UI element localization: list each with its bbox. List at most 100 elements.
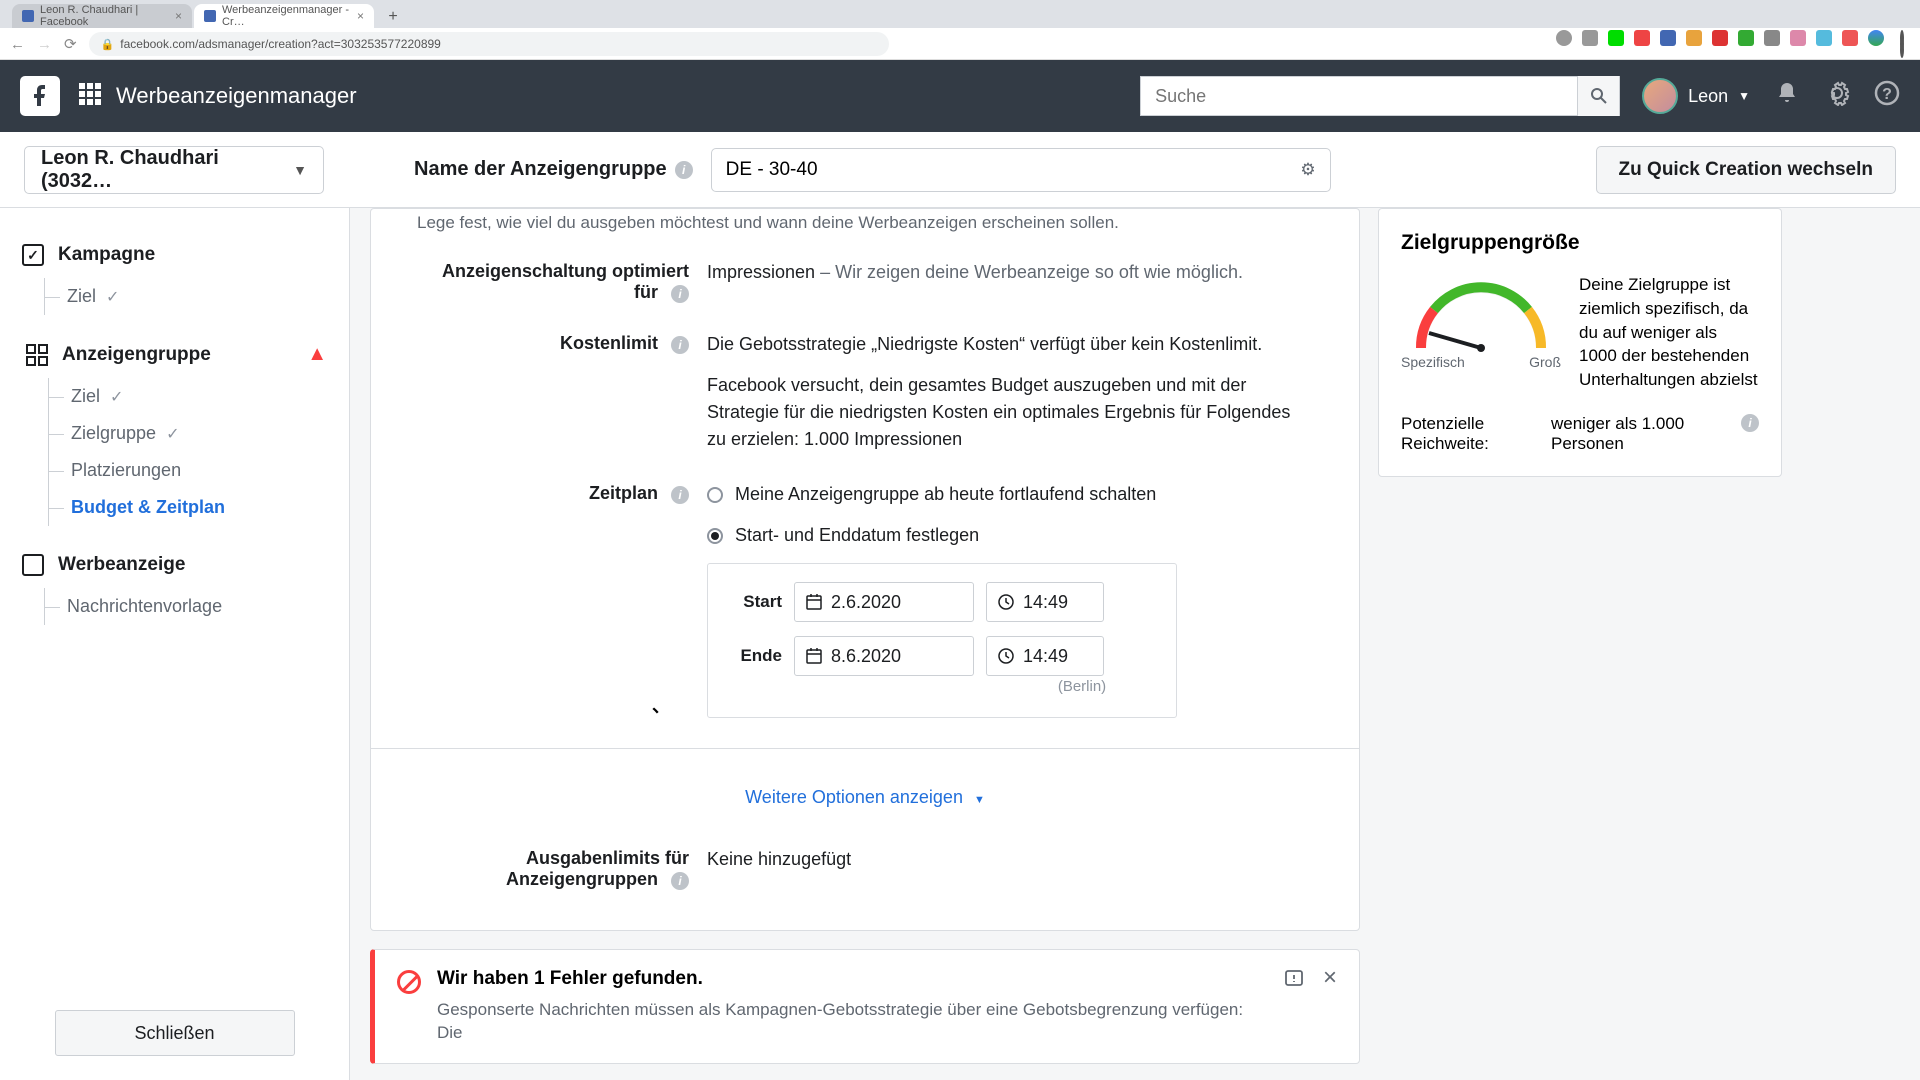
gear-icon[interactable] (1824, 80, 1850, 113)
radio-icon (707, 487, 723, 503)
ext-icon[interactable] (1556, 30, 1572, 46)
row-cost: Kostenlimit i Die Gebotsstrategie „Niedr… (417, 331, 1313, 453)
search-box[interactable] (1140, 76, 1620, 116)
end-time-input[interactable]: 14:49 (986, 636, 1104, 676)
sub-header: Leon R. Chaudhari (3032… ▼ Name der Anze… (0, 132, 1920, 208)
schedule-label: Zeitplan i (417, 481, 707, 718)
menu-icon[interactable] (1900, 36, 1904, 52)
spend-limit-label: Ausgabenlimits für Anzeigengruppen i (417, 846, 707, 890)
ext-icon[interactable] (1816, 30, 1832, 46)
info-icon[interactable]: i (1741, 414, 1759, 432)
schedule-option-continuous[interactable]: Meine Anzeigengruppe ab heute fortlaufen… (707, 481, 1313, 508)
close-button[interactable]: Schließen (55, 1010, 295, 1056)
report-icon[interactable] (1283, 968, 1305, 996)
user-menu[interactable]: Leon ▼ (1642, 78, 1750, 114)
more-options-label: Weitere Optionen anzeigen (745, 787, 963, 807)
adset-name-field[interactable]: ⚙ (711, 148, 1331, 192)
row-spend-limit: Ausgabenlimits für Anzeigengruppen i Kei… (417, 846, 1313, 890)
cost-label: Kostenlimit i (417, 331, 707, 453)
info-icon[interactable]: i (671, 486, 689, 504)
reload-icon[interactable]: ⟳ (64, 35, 77, 53)
check-icon: ✓ (110, 387, 123, 407)
start-row: Start 2.6.2020 14:49 (726, 582, 1158, 622)
ext-icon[interactable] (1712, 30, 1728, 46)
info-icon[interactable]: i (671, 872, 689, 890)
nav-adset: Anzeigengruppe ▲ Ziel ✓ Zielgruppe✓ Platz… (0, 343, 349, 526)
nav-item-label: Budget & Zeitplan (71, 497, 225, 518)
forward-icon[interactable]: → (37, 36, 52, 53)
schedule-value: Meine Anzeigengruppe ab heute fortlaufen… (707, 481, 1313, 718)
app-header: Werbeanzeigenmanager Leon ▼ ? (0, 60, 1920, 132)
search-button[interactable] (1577, 76, 1619, 116)
nav-label: Anzeigengruppe (62, 344, 211, 366)
apps-grid-icon[interactable] (78, 82, 102, 111)
close-icon[interactable]: × (175, 9, 182, 23)
ext-icon[interactable] (1764, 30, 1780, 46)
favicon-icon (22, 10, 34, 22)
nav-item-label: Ziel (71, 386, 100, 407)
nav-item-objective[interactable]: Ziel ✓ (49, 378, 327, 415)
browser-tab[interactable]: Leon R. Chaudhari | Facebook × (12, 4, 192, 28)
chevron-down-icon: ▼ (1738, 89, 1750, 103)
close-icon[interactable]: × (357, 9, 364, 23)
new-tab-button[interactable]: + (382, 6, 404, 28)
start-time-input[interactable]: 14:49 (986, 582, 1104, 622)
nav-head-campaign[interactable]: ✓ Kampagne (22, 244, 327, 266)
ext-icon[interactable] (1660, 30, 1676, 46)
quick-creation-button[interactable]: Zu Quick Creation wechseln (1596, 146, 1896, 194)
close-icon[interactable]: × (1323, 968, 1337, 996)
account-name: Leon R. Chaudhari (3032… (41, 147, 293, 193)
check-icon: ✓ (106, 287, 119, 307)
browser-tab[interactable]: Werbeanzeigenmanager - Cr… × (194, 4, 374, 28)
address-bar[interactable]: 🔒 facebook.com/adsmanager/creation?act=3… (89, 32, 889, 56)
info-icon[interactable]: i (671, 336, 689, 354)
ext-icon[interactable] (1686, 30, 1702, 46)
back-icon[interactable]: ← (10, 36, 25, 53)
ext-icon[interactable] (1790, 30, 1806, 46)
nav-item-placements[interactable]: Platzierungen (49, 452, 327, 489)
browser-chrome: Leon R. Chaudhari | Facebook × Werbeanze… (0, 0, 1920, 60)
adset-name-input[interactable] (726, 159, 1301, 181)
account-selector[interactable]: Leon R. Chaudhari (3032… ▼ (24, 146, 324, 194)
nav-head-adset[interactable]: Anzeigengruppe ▲ (26, 343, 327, 366)
nav-label: Werbeanzeige (58, 554, 185, 576)
ext-icon[interactable] (1842, 30, 1858, 46)
gear-icon[interactable]: ⚙ (1300, 160, 1315, 180)
error-title: Wir haben 1 Fehler gefunden. (437, 968, 1267, 990)
label-text: Kostenlimit (560, 333, 658, 353)
nav-item-objective[interactable]: Ziel ✓ (45, 278, 327, 315)
nav-head-ad[interactable]: Werbeanzeige (22, 554, 327, 576)
ext-icon[interactable] (1608, 30, 1624, 46)
reach-label: Potenzielle Reichweite: (1401, 414, 1551, 454)
info-icon[interactable]: i (675, 161, 693, 179)
cost-line1: Die Gebotsstrategie „Niedrigste Kosten“ … (707, 331, 1313, 358)
facebook-logo-icon[interactable] (20, 76, 60, 116)
ext-icon[interactable] (1868, 30, 1884, 46)
nav-item-audience[interactable]: Zielgruppe✓ (49, 415, 327, 452)
end-date-input[interactable]: 8.6.2020 (794, 636, 974, 676)
schedule-option-dates[interactable]: Start- und Enddatum festlegen (707, 522, 1313, 549)
ext-icon[interactable] (1738, 30, 1754, 46)
search-input[interactable] (1141, 86, 1577, 107)
audience-panel: Zielgruppengröße Spezifisch (1378, 208, 1782, 1080)
more-options-link[interactable]: Weitere Optionen anzeigen ▼ (417, 779, 1313, 816)
help-icon[interactable]: ? (1874, 80, 1900, 113)
bell-icon[interactable] (1774, 80, 1800, 113)
ext-icon[interactable] (1582, 30, 1598, 46)
label-text: Zeitplan (589, 483, 658, 503)
calendar-icon (805, 647, 823, 665)
cost-line2: Facebook versucht, dein gesamtes Budget … (707, 372, 1313, 453)
optimize-desc: – Wir zeigen deine Werbeanzeige so oft w… (815, 262, 1243, 282)
start-date-input[interactable]: 2.6.2020 (794, 582, 974, 622)
favicon-icon (204, 10, 216, 22)
nav-item-label: Platzierungen (71, 460, 181, 481)
nav-item-budget[interactable]: Budget & Zeitplan (49, 489, 327, 526)
form-column: Lege fest, wie viel du ausgeben möchtest… (370, 208, 1360, 1080)
nav-campaign: ✓ Kampagne Ziel ✓ (0, 244, 349, 315)
error-text: Wir haben 1 Fehler gefunden. Gesponserte… (437, 968, 1267, 1046)
info-icon[interactable]: i (671, 285, 689, 303)
nav-item-message-template[interactable]: Nachrichtenvorlage (45, 588, 327, 625)
ext-icon[interactable] (1634, 30, 1650, 46)
time-value: 14:49 (1023, 643, 1068, 670)
tabs-row: Leon R. Chaudhari | Facebook × Werbeanze… (0, 0, 1920, 28)
